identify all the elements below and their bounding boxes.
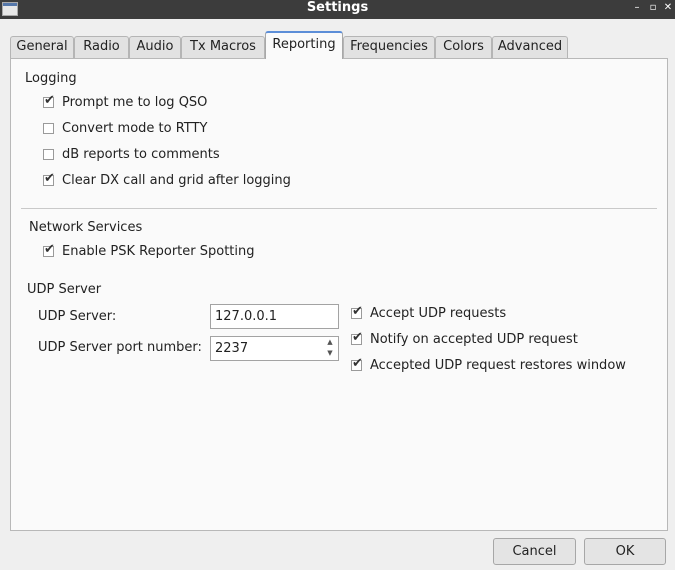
psk-reporter-checkbox[interactable]: ✔: [43, 242, 55, 257]
db-reports-checkbox[interactable]: [43, 149, 54, 160]
restore-window-checkbox[interactable]: ✔: [351, 356, 363, 371]
section-divider: [21, 208, 657, 209]
logging-group-title: Logging: [25, 71, 77, 86]
udp-server-label: UDP Server:: [38, 309, 117, 324]
udp-port-spinbox[interactable]: 2237: [210, 336, 339, 361]
check-mark-icon: ✔: [44, 171, 55, 186]
udp-group-title: UDP Server: [27, 282, 102, 297]
spin-up-icon[interactable]: ▲: [321, 337, 339, 348]
accept-udp-label[interactable]: Accept UDP requests: [370, 306, 506, 321]
network-group-title: Network Services: [29, 220, 143, 235]
udp-server-input[interactable]: 127.0.0.1: [210, 304, 339, 329]
udp-port-label: UDP Server port number:: [38, 340, 202, 355]
check-mark-icon: ✔: [44, 93, 55, 108]
check-mark-icon: ✔: [352, 356, 363, 371]
prompt-log-qso-checkbox[interactable]: ✔: [43, 93, 55, 108]
spin-down-icon[interactable]: ▼: [321, 348, 339, 359]
check-mark-icon: ✔: [44, 242, 55, 257]
db-reports-label[interactable]: dB reports to comments: [62, 147, 220, 162]
accept-udp-checkbox[interactable]: ✔: [351, 304, 363, 319]
convert-rtty-checkbox[interactable]: [43, 123, 54, 134]
psk-reporter-label[interactable]: Enable PSK Reporter Spotting: [62, 244, 255, 259]
clear-dx-checkbox[interactable]: ✔: [43, 171, 55, 186]
notify-udp-label[interactable]: Notify on accepted UDP request: [370, 332, 578, 347]
prompt-log-qso-label[interactable]: Prompt me to log QSO: [62, 95, 207, 110]
clear-dx-label[interactable]: Clear DX call and grid after logging: [62, 173, 291, 188]
convert-rtty-label[interactable]: Convert mode to RTTY: [62, 121, 207, 136]
notify-udp-checkbox[interactable]: ✔: [351, 330, 363, 345]
check-mark-icon: ✔: [352, 304, 363, 319]
check-mark-icon: ✔: [352, 330, 363, 345]
restore-window-label[interactable]: Accepted UDP request restores window: [370, 358, 626, 373]
udp-port-spin-buttons[interactable]: ▲ ▼: [321, 337, 339, 361]
